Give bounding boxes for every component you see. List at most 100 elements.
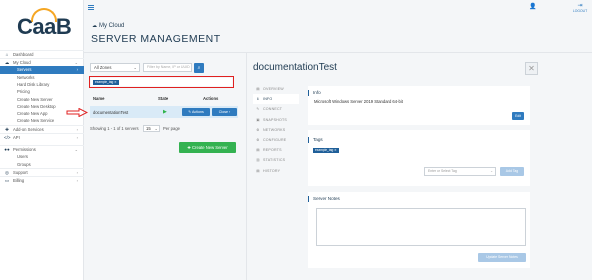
detail-tabs: ▤ OVERVIEW ℹ INFO ✎ CONNECT ▣ SNAPSHOTS ⚙ NET… [253, 84, 299, 176]
title-divider [84, 52, 592, 53]
column-header-state: State [158, 96, 169, 101]
tab-connect[interactable]: ✎ CONNECT [253, 104, 299, 114]
actions-button[interactable]: ✎ Actions [182, 108, 210, 116]
sidebar-item-label: Support [13, 169, 28, 175]
annotation-highlight-box [89, 76, 234, 88]
update-notes-button[interactable]: Update Server Notes [478, 253, 526, 262]
create-new-server-button[interactable]: ✚ Create New Server [179, 142, 236, 153]
close-icon: ✕ [528, 64, 535, 73]
billing-icon: ▭ [4, 178, 10, 184]
os-description: Microsoft Windows Server 2019 Standard 6… [314, 99, 403, 104]
connect-icon: ✎ [256, 107, 260, 112]
pagination-summary: Showing 1 - 1 of 1 servers [90, 126, 139, 131]
edit-info-button[interactable]: Edit [512, 112, 524, 120]
search-button[interactable]: ⌕ [194, 62, 204, 73]
sidebar-subitem-label: Servers [17, 67, 32, 73]
server-detail-title: documentationTest [253, 62, 337, 73]
add-tag-button[interactable]: Add Tag [500, 167, 524, 176]
sidebar-subitem-servers[interactable]: Servers › [0, 66, 84, 74]
tag-select-input[interactable]: Enter or Select Tag ⌄ [424, 167, 496, 176]
sidebar-item-my-cloud[interactable]: ☁ My Cloud ⌄ [0, 58, 84, 66]
zone-select[interactable]: All Zones ⌄ [90, 63, 140, 72]
info-card [308, 86, 530, 125]
sidebar-subitem-label: Hard Disk Library [17, 81, 50, 87]
info-icon: ℹ [257, 97, 259, 102]
sidebar-item-permissions[interactable]: ●● Permissions ⌄ [0, 145, 84, 153]
sidebar-subitem-label: Pricing [17, 89, 30, 95]
sidebar-item-label: Billing [13, 178, 25, 184]
tab-label: REPORTS [263, 148, 282, 153]
tab-overview[interactable]: ▤ OVERVIEW [253, 84, 299, 94]
sidebar-item-dashboard[interactable]: ⌂ Dashboard [0, 50, 84, 58]
tab-networks[interactable]: ⚙ NETWORKS [253, 125, 299, 135]
server-filter-input[interactable]: Filter by Name, IP or UUID [143, 63, 192, 72]
sidebar-item-label: My Cloud [13, 60, 31, 66]
tags-heading: Tags [308, 137, 323, 143]
per-page-value: 15 [146, 126, 151, 131]
sidebar-item-api[interactable]: </> API › [0, 132, 84, 141]
chevron-right-icon: › [76, 67, 78, 73]
running-state-icon: ▶ [163, 109, 167, 115]
logo-text: CaaB [17, 14, 72, 39]
reports-icon: ▤ [256, 148, 260, 153]
chevron-right-icon: › [76, 178, 78, 184]
history-icon: ▤ [256, 168, 260, 173]
tab-label: OVERVIEW [263, 87, 284, 91]
sidebar-subitem-networks[interactable]: Networks [0, 74, 84, 81]
networks-icon: ⚙ [256, 127, 260, 132]
overview-icon: ▤ [256, 87, 260, 91]
tag-select-placeholder: Enter or Select Tag [428, 169, 457, 173]
tab-reports[interactable]: ▤ REPORTS [253, 145, 299, 155]
sidebar-nav: ⌂ Dashboard ☁ My Cloud ⌄ Servers › Netwo… [0, 50, 84, 184]
hamburger-menu-icon[interactable] [88, 5, 94, 10]
logout-button[interactable]: ⇥ LOGOUT [571, 3, 589, 13]
cloud-icon: ☁ [92, 23, 97, 29]
table-row[interactable]: documentationTest ▶ ✎ Actions Close › [90, 106, 238, 118]
sidebar-item-support[interactable]: ◎ Support › [0, 167, 84, 176]
server-notes-textarea[interactable] [316, 208, 526, 246]
sidebar-item-billing[interactable]: ▭ Billing › [0, 176, 84, 184]
search-icon: ⌕ [197, 64, 201, 71]
close-detail-button[interactable]: ✕ [525, 62, 538, 75]
sidebar-item-label: Add-on Services [13, 126, 44, 132]
server-tag[interactable]: example_tag ✕ [313, 148, 339, 153]
sidebar-subitem-label: Create New Service [17, 118, 55, 124]
close-button[interactable]: Close › [212, 108, 237, 116]
sidebar-subitem-groups[interactable]: Groups [0, 161, 84, 168]
tab-label: NETWORKS [263, 127, 286, 132]
sidebar-item-addon-services[interactable]: ✚ Add-on Services › [0, 124, 84, 133]
sidebar-subitem-label: Create New Desktop [17, 103, 56, 109]
panel-divider [246, 53, 247, 280]
sidebar-subitem-hard-disk-library[interactable]: Hard Disk Library [0, 81, 84, 88]
info-heading: Info [308, 90, 321, 96]
tab-snapshots[interactable]: ▣ SNAPSHOTS [253, 115, 299, 125]
tab-label: CONNECT [263, 107, 283, 112]
sidebar-item-label: Dashboard [13, 52, 34, 57]
chevron-down-icon: ⌄ [154, 126, 158, 131]
tags-card [308, 130, 530, 186]
sidebar-subitem-create-service[interactable]: Create New Service [0, 117, 84, 124]
sidebar-subitem-pricing[interactable]: Pricing [0, 88, 84, 95]
tab-configure[interactable]: ⚙ CONFIGURE [253, 135, 299, 145]
servers-table-header: Name State Actions [90, 96, 238, 103]
chevron-down-icon: ⌄ [490, 169, 493, 173]
tab-statistics[interactable]: ▥ STATISTICS [253, 155, 299, 165]
sidebar-subitem-label: Users [17, 154, 28, 160]
column-header-name: Name [93, 96, 105, 101]
server-name[interactable]: documentationTest [93, 110, 128, 115]
top-bar: 👤 ⇥ LOGOUT [84, 0, 592, 17]
sidebar-subitem-label: Create New Server [17, 96, 53, 102]
tab-history[interactable]: ▤ HISTORY [253, 166, 299, 176]
tab-info[interactable]: ℹ INFO [253, 94, 299, 105]
tab-label: HISTORY [263, 168, 281, 173]
tab-label: STATISTICS [263, 158, 286, 163]
sidebar-subitem-users[interactable]: Users [0, 153, 84, 160]
per-page-select[interactable]: 15 ⌄ [143, 125, 160, 132]
sidebar-subitem-label: Networks [17, 74, 35, 80]
zone-select-value: All Zones [94, 65, 112, 70]
sidebar-subitem-create-server[interactable]: Create New Server [0, 96, 84, 103]
breadcrumb[interactable]: ☁ My Cloud [92, 23, 124, 29]
user-icon[interactable]: 👤 [529, 3, 536, 10]
logout-label: LOGOUT [572, 9, 588, 13]
caab-logo[interactable]: CaaB [17, 8, 72, 40]
